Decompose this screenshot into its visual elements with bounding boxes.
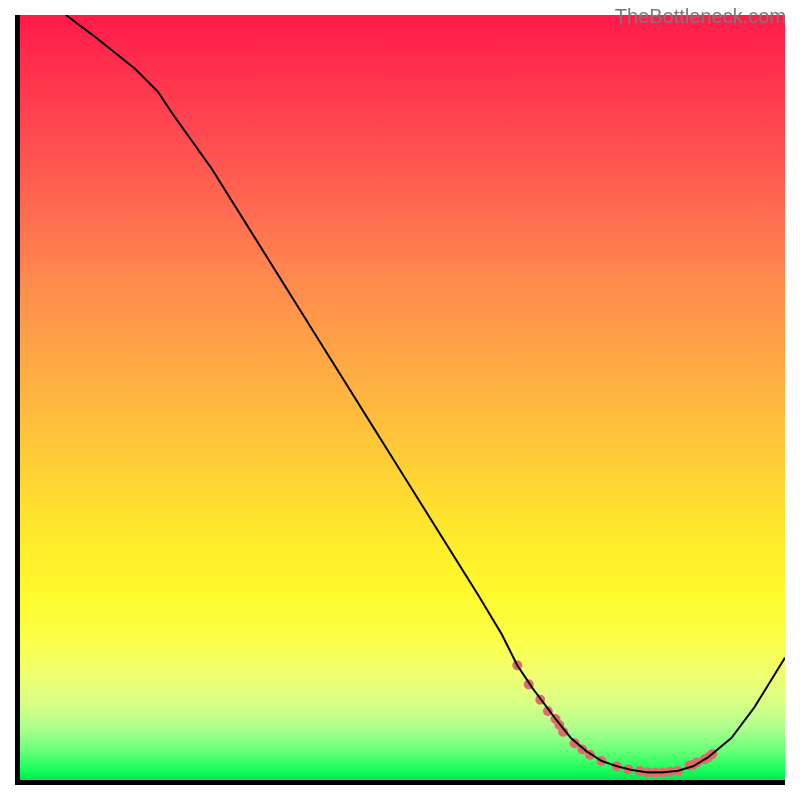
watermark-text: TheBottleneck.com [615, 6, 786, 29]
chart-overlay [20, 15, 785, 780]
highlight-dots-layer [512, 660, 717, 777]
chart-plot-area [15, 15, 785, 785]
bottleneck-curve [66, 15, 785, 772]
